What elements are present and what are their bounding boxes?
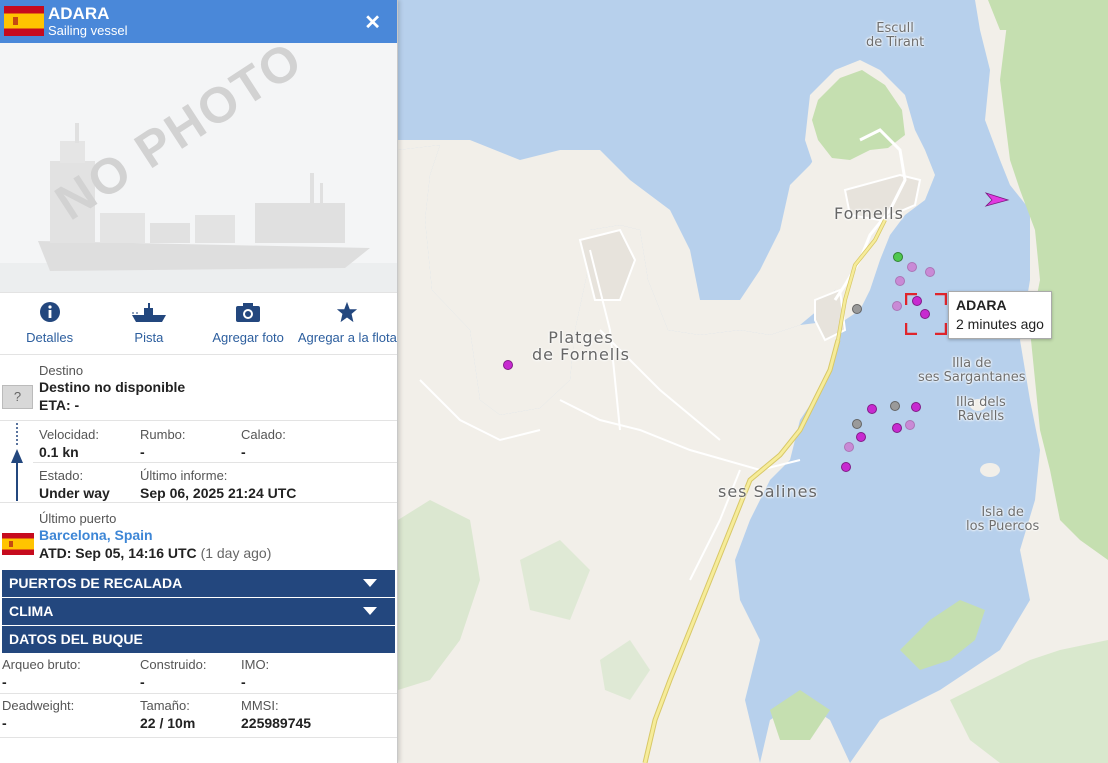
ship-data-row-2: Deadweight: - Tamaño: 22 / 10m MMSI: 225… — [0, 694, 397, 738]
navigation-section: Velocidad: 0.1 kn Rumbo: - Calado: - Est… — [0, 421, 397, 503]
eta-value: ETA: - — [39, 397, 80, 413]
vessel-marker[interactable] — [892, 423, 902, 433]
place-sargantanes: Illa de ses Sargantanes — [918, 356, 1026, 385]
destination-label: Destino — [39, 363, 84, 378]
vessel-photo-placeholder: NO PHOTO — [0, 43, 397, 293]
info-icon — [39, 302, 60, 322]
vessel-marker[interactable] — [925, 267, 935, 277]
vessel-marker[interactable] — [503, 360, 513, 370]
weather-label: CLIMA — [9, 603, 54, 619]
tooltip-time: 2 minutes ago — [956, 316, 1044, 332]
vessel-marker[interactable] — [856, 432, 866, 442]
vessel-marker[interactable] — [905, 420, 915, 430]
vessel-marker[interactable] — [890, 401, 900, 411]
imo-label: IMO: — [241, 657, 270, 672]
vessel-arrow-marker — [984, 192, 1010, 207]
deadweight-value: - — [2, 715, 7, 731]
add-photo-label: Agregar foto — [212, 330, 284, 345]
add-photo-button[interactable]: Agregar foto — [199, 293, 298, 354]
vessel-marker[interactable] — [852, 304, 862, 314]
chevron-down-icon — [363, 607, 377, 615]
place-ses-salines: ses Salines — [718, 482, 818, 501]
vessel-marker[interactable] — [892, 301, 902, 311]
last-report-label: Último informe: — [140, 468, 228, 483]
vessel-marker[interactable] — [867, 404, 877, 414]
course-value: - — [140, 444, 145, 460]
spain-flag-icon — [2, 533, 34, 555]
last-port-label: Último puerto — [39, 511, 117, 526]
chevron-down-icon — [363, 579, 377, 587]
vessel-marker[interactable] — [907, 262, 917, 272]
built-label: Construido: — [140, 657, 207, 672]
tooltip-vessel-name: ADARA — [956, 297, 1007, 313]
last-report-value: Sep 06, 2025 21:24 UTC — [140, 485, 297, 501]
vessel-tooltip: ADARA 2 minutes ago — [948, 291, 1052, 339]
place-isla-puercos: Isla de los Puercos — [966, 505, 1040, 534]
vessel-marker[interactable] — [844, 442, 854, 452]
vessel-type: Sailing vessel — [48, 23, 128, 38]
draught-value: - — [241, 444, 246, 460]
destination-value: Destino no disponible — [39, 379, 186, 395]
action-bar: Detalles Pista Agregar foto Agregar a la… — [0, 293, 397, 355]
add-to-fleet-button[interactable]: Agregar a la flota — [298, 293, 397, 354]
atd-ago: (1 day ago) — [200, 545, 272, 561]
vessel-marker[interactable] — [841, 462, 851, 472]
destination-section: ? Destino Destino no disponible ETA: - — [0, 355, 397, 421]
vessel-marker[interactable] — [852, 419, 862, 429]
ship-silhouette — [0, 123, 397, 292]
ship-track-icon — [131, 303, 166, 322]
weather-toggle[interactable]: CLIMA — [2, 598, 395, 625]
selection-bracket — [905, 293, 947, 335]
mmsi-label: MMSI: — [241, 698, 279, 713]
vessel-info-panel: ADARA Sailing vessel ✕ NO PHOTO Detalles — [0, 0, 398, 763]
size-value: 22 / 10m — [140, 715, 196, 731]
atd-text: ATD: Sep 05, 14:16 UTC — [39, 545, 197, 561]
vessel-marker[interactable] — [893, 252, 903, 262]
last-port-section: Último puerto Barcelona, Spain ATD: Sep … — [0, 503, 397, 569]
place-platges: Platges de Fornells — [532, 328, 631, 364]
atd-value: ATD: Sep 05, 14:16 UTC (1 day ago) — [39, 545, 271, 561]
heading-arrow-icon — [11, 423, 23, 501]
speed-value: 0.1 kn — [39, 444, 79, 460]
place-escull: Escull de Tirant — [866, 21, 925, 50]
ports-of-call-toggle[interactable]: PUERTOS DE RECALADA — [2, 570, 395, 597]
add-to-fleet-label: Agregar a la flota — [297, 330, 397, 345]
track-label: Pista — [134, 330, 164, 345]
ship-data-label: DATOS DEL BUQUE — [9, 631, 143, 647]
place-ravells: Illa dels Ravells — [956, 395, 1006, 424]
unknown-destination-icon: ? — [2, 385, 33, 409]
panel-header: ADARA Sailing vessel ✕ — [0, 0, 397, 43]
place-fornells: Fornells — [834, 204, 904, 223]
size-label: Tamaño: — [140, 698, 190, 713]
ship-data-row-1: Arqueo bruto: - Construido: - IMO: - — [0, 653, 397, 694]
details-label: Detalles — [26, 330, 74, 345]
last-port-link[interactable]: Barcelona, Spain — [39, 527, 153, 543]
details-button[interactable]: Detalles — [0, 293, 99, 354]
draught-label: Calado: — [241, 427, 286, 442]
vessel-name: ADARA — [48, 4, 110, 23]
vessel-marker[interactable] — [911, 402, 921, 412]
camera-icon — [236, 303, 261, 322]
close-icon[interactable]: ✕ — [364, 10, 381, 35]
built-value: - — [140, 674, 145, 690]
deadweight-label: Deadweight: — [2, 698, 75, 713]
course-label: Rumbo: — [140, 427, 186, 442]
star-icon — [337, 301, 358, 323]
status-label: Estado: — [39, 468, 84, 483]
vessel-marker[interactable] — [895, 276, 905, 286]
ship-data-toggle[interactable]: DATOS DEL BUQUE — [2, 626, 395, 653]
status-value: Under way — [39, 485, 110, 501]
gross-tonnage-value: - — [2, 674, 7, 690]
imo-value: - — [241, 674, 246, 690]
ports-of-call-label: PUERTOS DE RECALADA — [9, 575, 183, 591]
speed-label: Velocidad: — [39, 427, 99, 442]
gross-tonnage-label: Arqueo bruto: — [2, 657, 81, 672]
track-button[interactable]: Pista — [99, 293, 198, 354]
spain-flag-icon — [4, 6, 44, 36]
mmsi-value: 225989745 — [241, 715, 312, 731]
